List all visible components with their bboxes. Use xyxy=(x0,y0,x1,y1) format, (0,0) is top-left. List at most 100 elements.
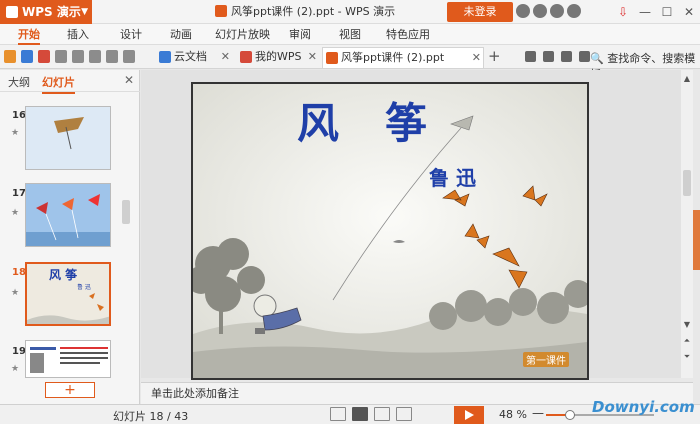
tab-right-icons xyxy=(525,51,590,62)
menu-design[interactable]: 设计 xyxy=(120,24,142,45)
skin-icon[interactable] xyxy=(516,4,530,18)
menu-slideshow[interactable]: 幻灯片放映 xyxy=(215,24,270,45)
next-slide-icon[interactable]: ⏷ xyxy=(681,352,693,362)
slide-number: 16 xyxy=(12,110,26,121)
slide-number: 19 xyxy=(12,346,26,357)
menu-animation[interactable]: 动画 xyxy=(170,24,192,45)
normal-view-icon[interactable] xyxy=(352,407,368,421)
grid-icon[interactable] xyxy=(561,51,572,62)
wps-icon xyxy=(240,51,252,63)
slide-counter: 幻灯片 18 / 43 xyxy=(113,410,189,423)
close-tab-icon[interactable]: ✕ xyxy=(472,48,481,68)
save-icon[interactable] xyxy=(21,50,33,63)
ppt-file-icon xyxy=(326,52,338,64)
animation-star-icon: ★ xyxy=(11,128,20,138)
tab-slides[interactable]: 幻灯片 xyxy=(42,74,75,94)
slide-panel: 大纲 幻灯片 ✕ 16 ★ 17 ★ 18 ★ 风 筝 鲁 迅 19 ★ xyxy=(0,70,140,404)
chevron-down-icon: ▼ xyxy=(81,7,88,17)
new-tab-button[interactable]: + xyxy=(488,47,501,65)
close-tab-icon[interactable]: ✕ xyxy=(221,47,230,67)
close-panel-icon[interactable]: ✕ xyxy=(124,73,134,87)
thumb-19-image xyxy=(26,341,110,377)
window-controls: ⇩ — ☐ ✕ xyxy=(612,0,700,24)
panel-scroll-thumb[interactable] xyxy=(122,200,130,224)
login-button[interactable]: 未登录 xyxy=(447,2,513,22)
help-icon[interactable] xyxy=(550,4,564,18)
slide-thumbnail-18[interactable]: 风 筝 鲁 迅 xyxy=(25,262,111,326)
minimize-button[interactable]: — xyxy=(634,0,656,24)
export-pdf-icon[interactable] xyxy=(38,50,50,63)
zoom-slider-knob[interactable] xyxy=(564,410,575,420)
close-tab-icon[interactable]: ✕ xyxy=(308,47,317,67)
app-name: WPS 演示 xyxy=(22,5,81,19)
window-title: 风筝ppt课件 (2).ppt - WPS 演示 xyxy=(215,0,395,24)
redo-icon[interactable] xyxy=(106,50,118,63)
slide-title[interactable]: 风 筝 xyxy=(297,90,429,151)
menu-review[interactable]: 审阅 xyxy=(289,24,311,45)
menu-home[interactable]: 开始 xyxy=(18,24,40,45)
cloud-icon xyxy=(159,51,171,63)
tab-my-wps[interactable]: 我的WPS ✕ xyxy=(237,47,319,68)
menu-features[interactable]: 特色应用 xyxy=(386,24,430,45)
scroll-up-icon[interactable]: ▲ xyxy=(681,74,693,83)
thumb-title: 风 筝 xyxy=(49,268,78,282)
slide-editor: 风 筝 鲁 迅 第一课件 xyxy=(141,70,681,380)
side-panel-handle[interactable] xyxy=(693,210,700,270)
slide-number-current: 18 xyxy=(12,267,26,278)
undo-icon[interactable] xyxy=(89,50,101,63)
menu-insert[interactable]: 插入 xyxy=(67,24,89,45)
thumb-17-image xyxy=(26,184,110,246)
list-icon[interactable] xyxy=(543,51,554,62)
feedback-icon[interactable] xyxy=(567,4,581,18)
sorter-view-icon[interactable] xyxy=(374,407,390,421)
reading-view-icon[interactable] xyxy=(396,407,412,421)
slide-thumbnail-17[interactable] xyxy=(25,183,111,247)
prev-slide-icon[interactable]: ⏶ xyxy=(681,336,693,346)
wps-logo-icon xyxy=(6,6,18,18)
thumb-16-image xyxy=(26,107,110,169)
zoom-out-button[interactable]: — xyxy=(532,406,544,420)
slide-number: 17 xyxy=(12,188,26,199)
close-button[interactable]: ✕ xyxy=(678,0,700,24)
window-icon[interactable] xyxy=(525,51,536,62)
title-bar: WPS 演示 ▼ 风筝ppt课件 (2).ppt - WPS 演示 未登录 ⇩ … xyxy=(0,0,700,24)
panel-tabs: 大纲 幻灯片 ✕ xyxy=(0,70,140,94)
slide-logo-tag: 第一课件 xyxy=(523,352,569,367)
scroll-down-icon[interactable]: ▼ xyxy=(681,320,693,329)
slide-thumbnail-16[interactable] xyxy=(25,106,111,170)
editor-scroll-thumb[interactable] xyxy=(683,170,691,196)
quick-access xyxy=(4,50,135,63)
zoom-level: 48 % xyxy=(499,408,527,421)
menu-icon[interactable] xyxy=(579,51,590,62)
animation-star-icon: ★ xyxy=(11,208,20,218)
print-icon[interactable] xyxy=(55,50,67,63)
download-icon[interactable]: ⇩ xyxy=(612,0,634,24)
menu-bar: 开始 插入 设计 动画 幻灯片放映 审阅 视图 特色应用 xyxy=(0,24,700,45)
menu-view[interactable]: 视图 xyxy=(339,24,361,45)
title-icons xyxy=(516,4,581,20)
thumb-subtitle: 鲁 迅 xyxy=(77,284,91,291)
slide-canvas[interactable]: 风 筝 鲁 迅 第一课件 xyxy=(191,82,589,380)
search-icon: 🔍 xyxy=(590,52,604,65)
view-switcher xyxy=(330,407,412,421)
animation-star-icon: ★ xyxy=(11,364,20,374)
editor-scrollbar[interactable]: ▲ ▼ ⏶ ⏷ xyxy=(681,70,693,378)
slide-author[interactable]: 鲁 迅 xyxy=(429,162,476,191)
tab-document[interactable]: 风筝ppt课件 (2).ppt ✕ xyxy=(322,47,484,68)
tab-outline[interactable]: 大纲 xyxy=(8,74,30,90)
tab-cloud-docs[interactable]: 云文档 ✕ xyxy=(156,47,232,68)
add-slide-button[interactable]: + xyxy=(45,382,95,398)
settings-icon[interactable] xyxy=(533,4,547,18)
ppt-file-icon xyxy=(215,5,227,17)
notes-view-icon[interactable] xyxy=(330,407,346,421)
open-icon[interactable] xyxy=(4,50,16,63)
print-preview-icon[interactable] xyxy=(72,50,84,63)
panel-scrollbar[interactable] xyxy=(121,100,131,380)
app-menu-button[interactable]: WPS 演示 ▼ xyxy=(0,0,92,24)
animation-star-icon: ★ xyxy=(11,288,20,298)
tab-toolbar: 云文档 ✕ 我的WPS ✕ 风筝ppt课件 (2).ppt ✕ + 🔍 查找命令、搜索… xyxy=(0,45,700,81)
slide-thumbnail-19[interactable] xyxy=(25,340,111,378)
more-icon[interactable] xyxy=(123,50,135,63)
play-slideshow-button[interactable] xyxy=(454,406,484,424)
maximize-button[interactable]: ☐ xyxy=(656,0,678,24)
